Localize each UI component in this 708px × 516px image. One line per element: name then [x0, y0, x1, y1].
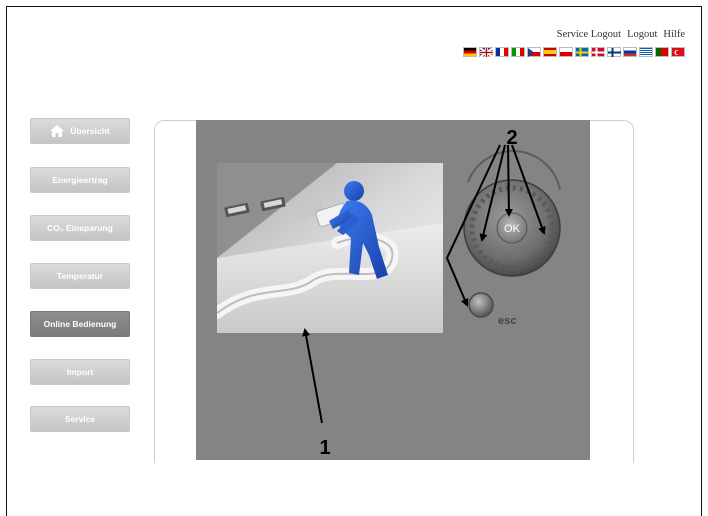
sidebar-item-co2-einsparung[interactable]: CO₂ Einsparung — [30, 215, 130, 241]
flag-it-icon[interactable] — [511, 47, 525, 57]
flag-de-icon[interactable] — [463, 47, 477, 57]
sidebar-item-label: Service — [64, 414, 96, 424]
flag-fr-icon[interactable] — [495, 47, 509, 57]
sidebar-item-label: Energieertrag — [52, 175, 108, 185]
flag-pl-icon[interactable] — [559, 47, 573, 57]
help-link[interactable]: Hilfe — [663, 29, 685, 40]
flag-tr-icon[interactable] — [671, 47, 685, 57]
flag-fi-icon[interactable] — [607, 47, 621, 57]
sidebar-item-label: Online Bedienung — [43, 319, 117, 329]
device-display-screen — [217, 163, 443, 333]
sidebar-item-uebersicht[interactable]: Übersicht — [30, 118, 130, 144]
service-logout-link[interactable]: Service Logout — [557, 29, 621, 40]
sidebar-item-import[interactable]: Import — [30, 359, 130, 385]
flag-gb-icon[interactable] — [479, 47, 493, 57]
sidebar-item-label: Übersicht — [70, 126, 110, 136]
sidebar-item-online-bedienung[interactable]: Online Bedienung — [30, 311, 130, 337]
flag-es-icon[interactable] — [543, 47, 557, 57]
top-navigation: Service Logout Logout Hilfe — [557, 29, 685, 40]
flag-pt-icon[interactable] — [655, 47, 669, 57]
sidebar-item-service[interactable]: Service — [30, 406, 130, 432]
home-icon — [50, 125, 65, 137]
language-flags — [463, 47, 685, 57]
flag-cz-icon[interactable] — [527, 47, 541, 57]
flag-dk-icon[interactable] — [591, 47, 605, 57]
sidebar-item-energieertrag[interactable]: Energieertrag — [30, 167, 130, 193]
flag-gr-icon[interactable] — [639, 47, 653, 57]
usb-connection-illustration — [217, 163, 443, 333]
flag-se-icon[interactable] — [575, 47, 589, 57]
sidebar-item-label: CO₂ Einsparung — [47, 223, 113, 233]
sidebar-item-label: Temperatur — [56, 271, 104, 281]
sidebar-item-temperatur[interactable]: Temperatur — [30, 263, 130, 289]
sidebar-item-label: Import — [66, 367, 94, 377]
logout-link[interactable]: Logout — [627, 29, 657, 40]
flag-ru-icon[interactable] — [623, 47, 637, 57]
